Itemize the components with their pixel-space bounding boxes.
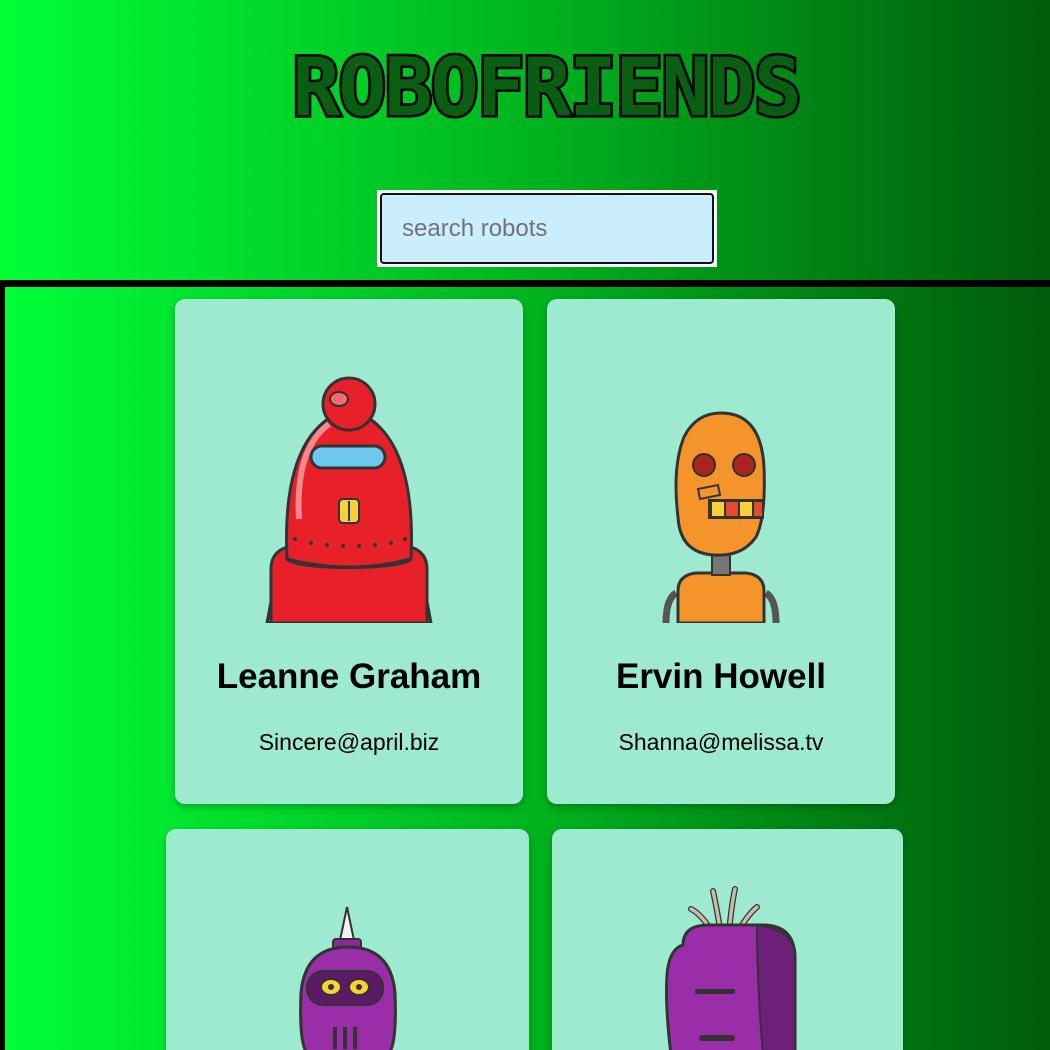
search-box (377, 190, 717, 267)
purple-horn-robot-icon (298, 906, 397, 1050)
orange-robot-icon (662, 411, 780, 623)
app-title: ROBOFRIENDS (290, 39, 805, 137)
robot-name: Leanne Graham (216, 657, 482, 696)
robot-email: Shanna@melissa.tv (618, 729, 824, 755)
purple-tuft-robot-icon (664, 886, 796, 1050)
robot-card[interactable] (166, 829, 529, 1050)
search-input[interactable] (380, 193, 714, 264)
robot-email: Sincere@april.biz (258, 729, 440, 755)
red-robot-icon (265, 376, 433, 623)
robot-name: Ervin Howell (615, 657, 827, 696)
robot-card[interactable]: Leanne Graham Sincere@april.biz (175, 299, 523, 804)
robot-card[interactable] (552, 829, 903, 1050)
card-list[interactable]: Leanne Graham Sincere@april.biz Ervin Ho… (0, 280, 1050, 1050)
header: ROBOFRIENDS (0, 0, 1050, 280)
robot-card[interactable]: Ervin Howell Shanna@melissa.tv (547, 299, 895, 804)
